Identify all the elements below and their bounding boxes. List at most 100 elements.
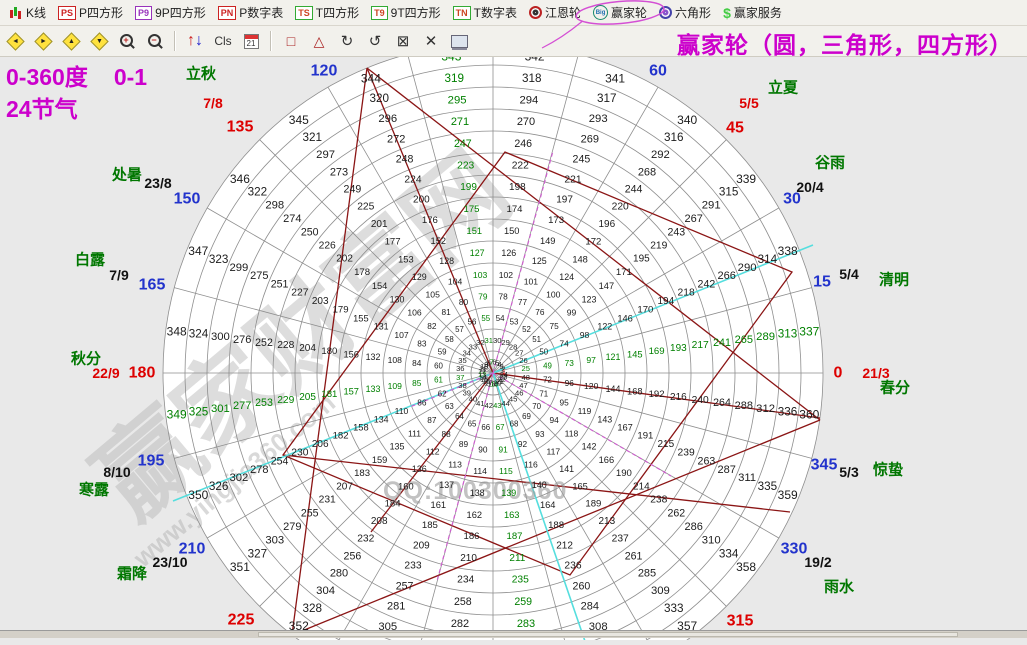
toolbar-item-winner-wheel[interactable]: Big赢家轮 <box>588 2 652 23</box>
wheel-number: 55 <box>481 314 490 323</box>
rotate-ccw-button[interactable]: ↺ <box>362 29 388 53</box>
wheel-number: 197 <box>556 195 573 206</box>
toolbar-item-hexagon[interactable]: 六角形 <box>654 2 716 23</box>
wheel-number: 164 <box>540 500 556 510</box>
wheel-number: 70 <box>532 402 541 411</box>
wheel-number: 116 <box>524 460 538 470</box>
nav-left-button[interactable]: ◄ <box>2 29 28 53</box>
cls-label: Cls <box>214 34 231 48</box>
toolbar-item-winner-service[interactable]: $赢家服务 <box>718 2 787 23</box>
calendar-button[interactable]: 21 <box>238 29 264 53</box>
wheel-number: 295 <box>448 94 467 106</box>
wheel-number: 334 <box>719 547 739 560</box>
solar-term-label: 雨水 <box>824 578 855 596</box>
wheel-number: 287 <box>718 464 736 476</box>
wheel-number: 98 <box>580 330 590 340</box>
toolbar-item-p-number-table[interactable]: PNP数字表 <box>213 2 289 23</box>
wheel-number: 149 <box>540 236 556 246</box>
wheel-number: 316 <box>664 131 684 144</box>
toolbar-item-p-square[interactable]: PSP四方形 <box>53 2 128 23</box>
wheel-number: 358 <box>736 560 756 574</box>
draw-triangle-button[interactable]: △ <box>306 29 332 53</box>
toolbar-item-gann-wheel[interactable]: 江恩轮 <box>524 2 586 23</box>
wheel-number: 288 <box>735 400 753 412</box>
wheel-number: 57 <box>455 325 464 334</box>
zoom-out-button[interactable]: − <box>142 29 168 53</box>
wheel-number: 272 <box>387 133 405 145</box>
wheel-number: 137 <box>439 480 454 490</box>
toolbar-item-9p-square[interactable]: P99P四方形 <box>130 2 211 23</box>
wheel-number: 69 <box>522 412 531 421</box>
wheel-number: 240 <box>692 395 709 406</box>
screen-button[interactable] <box>446 29 472 53</box>
degree-label: 0 <box>834 365 843 382</box>
wheel-number: 186 <box>463 531 479 542</box>
wheel-number: 159 <box>372 455 388 465</box>
scrollbar-thumb[interactable] <box>258 632 958 637</box>
wheel-number: 291 <box>702 200 721 212</box>
wheel-number: 183 <box>354 468 370 479</box>
wheel-number: 177 <box>385 237 401 248</box>
wheel-number: 297 <box>316 149 335 161</box>
wheel-number: 111 <box>408 428 421 438</box>
drawing-toolbar: ◄►▲▼+−↑↓Cls21□△↻↺⊠✕赢家轮（圆，三角形，四方形） <box>0 26 1027 57</box>
wheel-number: 181 <box>321 389 337 400</box>
toolbar-item-t-square[interactable]: TST四方形 <box>290 2 364 23</box>
wheel-number: 324 <box>189 328 209 341</box>
rotate-cw-button[interactable]: ↻ <box>334 29 360 53</box>
wheel-number: 187 <box>506 531 522 542</box>
nav-right-button[interactable]: ► <box>30 29 56 53</box>
wheel-number: 32 <box>476 338 484 347</box>
toolbar-item-t-number-table[interactable]: TNT数字表 <box>448 2 522 23</box>
date-label: 7/9 <box>109 267 129 283</box>
toolbar-item-label: T四方形 <box>316 4 359 21</box>
wheel-number: 348 <box>167 324 187 338</box>
wheel-number: 174 <box>506 204 523 215</box>
dollar-icon: $ <box>723 5 731 21</box>
nav-up-button[interactable]: ▲ <box>58 29 84 53</box>
toolbar-item-9t-square[interactable]: T99T四方形 <box>366 2 446 23</box>
wheel-number: 140 <box>532 480 547 490</box>
wheel-number: 72 <box>543 376 552 385</box>
wheel-number: 273 <box>330 166 348 178</box>
wheel-number: 339 <box>736 172 756 186</box>
fit-view-button[interactable]: ⊠ <box>390 29 416 53</box>
solar-terms-label: 24节气 <box>6 93 147 125</box>
nav-down-button[interactable]: ▼ <box>86 29 112 53</box>
solar-term-label: 处暑 <box>111 166 142 184</box>
wheel-number: 207 <box>336 481 353 492</box>
draw-square-button[interactable]: □ <box>278 29 304 53</box>
wheel-number: 281 <box>387 601 405 613</box>
wheel-number: 213 <box>598 516 615 527</box>
gann-wheel-chart[interactable]: 赢家财富网www.yingjia360.comQQ:10030036012345… <box>0 57 1027 640</box>
wheel-number: 86 <box>417 398 427 408</box>
wheel-number: 274 <box>283 213 301 225</box>
wheel-number: 117 <box>546 447 560 457</box>
wheel-number: 298 <box>265 200 284 212</box>
horizontal-scrollbar[interactable] <box>0 630 1027 638</box>
updown-arrows-button[interactable]: ↑↓ <box>182 29 208 53</box>
center-view-button[interactable]: ✕ <box>418 29 444 53</box>
zoom-in-button[interactable]: + <box>114 29 140 53</box>
wheel-number: 160 <box>398 481 414 491</box>
wheel-number: 153 <box>398 255 414 265</box>
wheel-number: 243 <box>667 226 685 238</box>
wheel-number: 229 <box>277 395 294 406</box>
cls-button[interactable]: Cls <box>210 29 236 53</box>
rotate-ccw-icon: ↺ <box>369 34 382 49</box>
wheel-number: 212 <box>556 540 573 551</box>
wheel-number: 73 <box>565 358 575 368</box>
wheel-number: 168 <box>627 387 643 397</box>
wheel-number: 91 <box>498 444 508 454</box>
wheel-number: 179 <box>333 304 349 315</box>
toolbar-item-kline[interactable]: K线 <box>4 2 51 23</box>
wheel-number: 109 <box>388 381 403 391</box>
wheel-number: 165 <box>572 481 588 491</box>
wheel-number: 276 <box>233 334 251 346</box>
wheel-number: 242 <box>698 279 716 291</box>
wheel-number: 253 <box>255 397 273 409</box>
wheel-number: 194 <box>657 296 674 307</box>
degree-label: 225 <box>228 612 255 629</box>
toolbar-separator <box>270 31 272 51</box>
toolbar-item-label: 江恩轮 <box>545 4 581 21</box>
